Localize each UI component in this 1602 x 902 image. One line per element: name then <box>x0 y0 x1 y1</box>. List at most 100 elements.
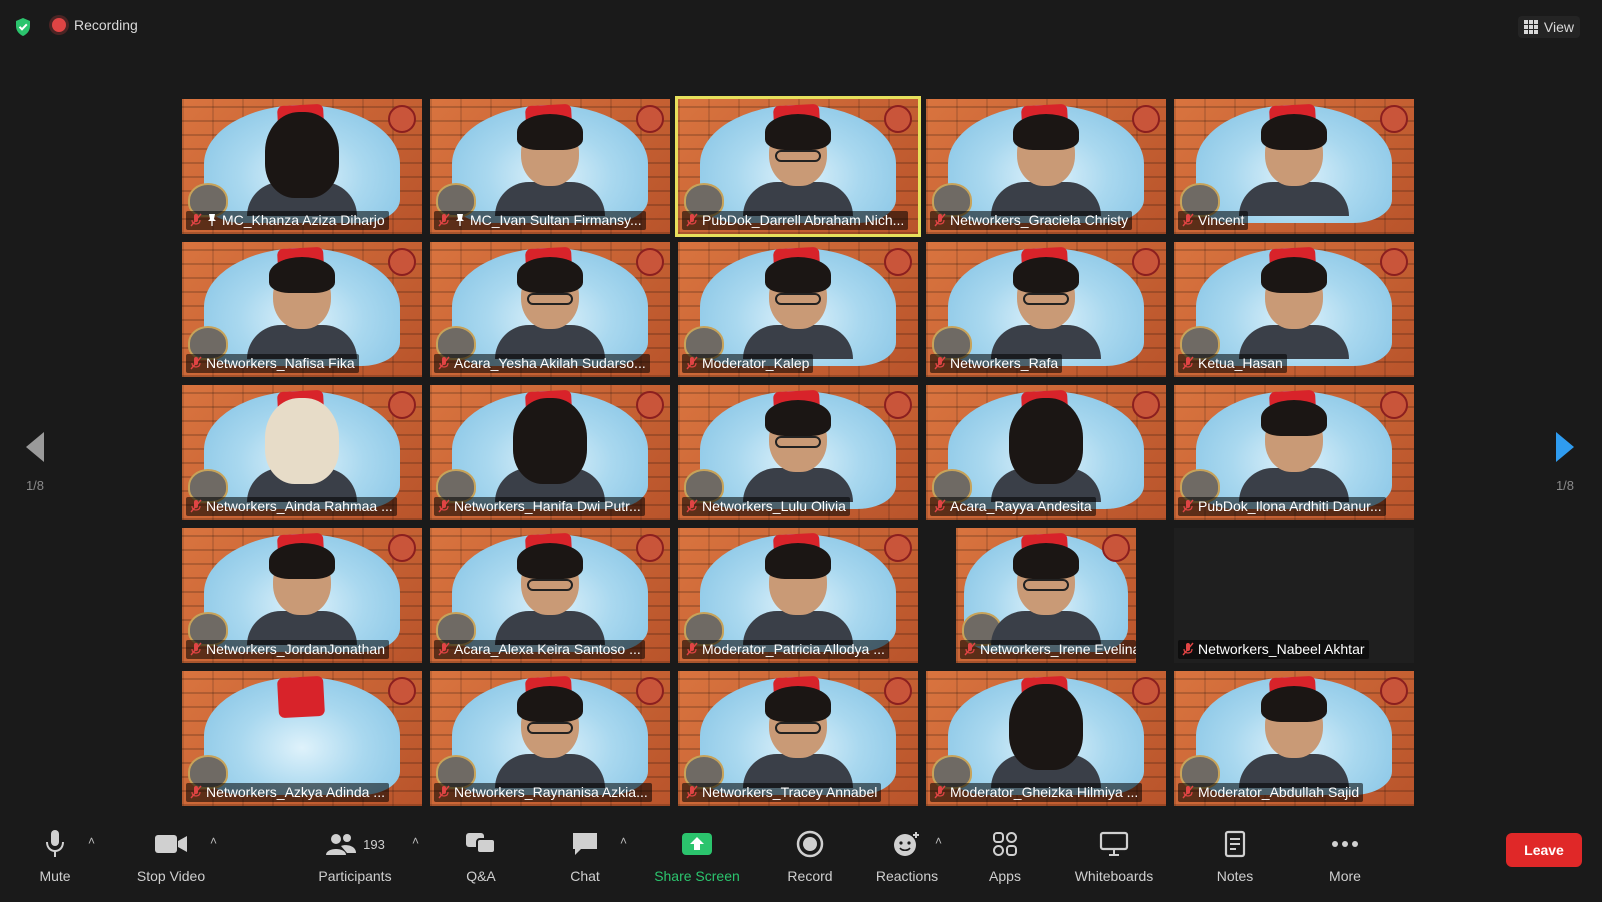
chat-button[interactable]: Chat <box>562 826 608 894</box>
participant-video <box>1239 686 1349 788</box>
seal-icon <box>1102 534 1130 562</box>
reactions-label: Reactions <box>875 868 939 884</box>
participant-tile[interactable]: Networkers_Ainda Rahmaa ... <box>182 385 422 520</box>
participant-name: Networkers_Nabeel Akhtar <box>1198 641 1365 657</box>
participant-name: Networkers_Raynanisa Azkia... <box>454 784 648 800</box>
seal-icon <box>1132 677 1160 705</box>
shield-icon[interactable] <box>14 17 32 37</box>
participant-tile[interactable]: Networkers_Rafa <box>926 242 1166 377</box>
view-button[interactable]: View <box>1517 16 1580 38</box>
participant-tile[interactable]: Moderator_Abdullah Sajid <box>1174 671 1414 806</box>
participant-tile[interactable]: PubDok_Ilona Ardhiti Danur... <box>1174 385 1414 520</box>
participant-name-label: Moderator_Kalep <box>682 354 814 373</box>
mute-button[interactable]: Mute <box>30 826 80 894</box>
participant-tile[interactable]: PubDok_Darrell Abraham Nich... <box>678 99 918 234</box>
participant-tile[interactable]: Networkers_Tracey Annabel <box>678 671 918 806</box>
record-label: Record <box>787 868 833 884</box>
participant-name-label: Networkers_Nabeel Akhtar <box>1178 640 1369 659</box>
muted-microphone-icon <box>686 499 698 513</box>
muted-microphone-icon <box>1182 785 1194 799</box>
leave-button[interactable]: Leave <box>1506 833 1582 867</box>
participant-name-label: Networkers_Tracey Annabel <box>682 783 882 802</box>
microphone-icon <box>46 830 64 857</box>
stop-video-button[interactable]: Stop Video <box>128 826 214 894</box>
reactions-options-caret-icon[interactable]: ˄ <box>935 834 942 848</box>
participant-name: Moderator_Gheizka Hilmiya ... <box>950 784 1139 800</box>
participant-video <box>991 114 1101 216</box>
participant-tile[interactable]: Networkers_Raynanisa Azkia... <box>430 671 670 806</box>
reactions-button[interactable]: Reactions <box>872 826 942 894</box>
seal-icon <box>1132 391 1160 419</box>
participant-video <box>1239 257 1349 359</box>
whiteboards-button[interactable]: Whiteboards <box>1068 826 1160 894</box>
reactions-icon <box>894 832 919 856</box>
participant-name: Acara_Alexa Keira Santoso ... <box>454 641 641 657</box>
participant-name-label: Networkers_Azkya Adinda ... <box>186 783 389 802</box>
top-bar: Recording View <box>0 0 1602 52</box>
notes-button[interactable]: Notes <box>1212 826 1258 894</box>
participant-tile[interactable]: Networkers_Hanifa Dwi Putr... <box>430 385 670 520</box>
qa-button[interactable]: Q&A <box>458 826 504 894</box>
more-label: More <box>1329 868 1361 884</box>
muted-microphone-icon <box>190 642 202 656</box>
participant-tile[interactable]: Acara_Rayya Andesita <box>926 385 1166 520</box>
apps-button[interactable]: Apps <box>982 826 1028 894</box>
participant-tile[interactable]: Networkers_Azkya Adinda ... <box>182 671 422 806</box>
seal-icon <box>884 391 912 419</box>
participant-name-label: Acara_Yesha Akilah Sudarso... <box>434 354 650 373</box>
seal-icon <box>636 105 664 133</box>
seal-icon <box>884 248 912 276</box>
participant-tile[interactable]: Networkers_Nabeel Akhtar <box>1174 528 1414 663</box>
participant-video <box>991 684 1101 788</box>
muted-microphone-icon <box>686 642 698 656</box>
participant-name: Networkers_Ainda Rahmaa ... <box>206 498 393 514</box>
participant-tile[interactable]: Acara_Alexa Keira Santoso ... <box>430 528 670 663</box>
stop-video-label: Stop Video <box>136 868 206 884</box>
participant-tile[interactable]: Vincent <box>1174 99 1414 234</box>
participants-icon <box>326 834 357 855</box>
participant-tile[interactable]: MC_Khanza Aziza Diharjo <box>182 99 422 234</box>
participants-count: 193 <box>363 836 385 852</box>
participant-tile[interactable]: Ketua_Hasan <box>1174 242 1414 377</box>
participant-name: PubDok_Darrell Abraham Nich... <box>702 212 905 228</box>
share-screen-button[interactable]: Share Screen <box>650 826 744 894</box>
participant-tile[interactable]: Networkers_Graciela Christy <box>926 99 1166 234</box>
chat-options-caret-icon[interactable]: ˄ <box>620 834 627 848</box>
participant-tile[interactable]: Networkers_Lulu Olivia <box>678 385 918 520</box>
participant-name-label: Moderator_Gheizka Hilmiya ... <box>930 783 1143 802</box>
participant-name-label: PubDok_Darrell Abraham Nich... <box>682 211 909 230</box>
recording-indicator[interactable]: Recording <box>52 17 138 33</box>
seal-icon <box>388 248 416 276</box>
participant-name-label: Networkers_Raynanisa Azkia... <box>434 783 652 802</box>
muted-microphone-icon <box>1182 213 1194 227</box>
previous-page-button[interactable]: 1/8 <box>10 430 60 493</box>
participant-tile[interactable]: Acara_Yesha Akilah Sudarso... <box>430 242 670 377</box>
participant-name: Vincent <box>1198 212 1245 228</box>
participant-tile[interactable]: MC_Ivan Sultan Firmansy... <box>430 99 670 234</box>
participant-tile[interactable]: Moderator_Gheizka Hilmiya ... <box>926 671 1166 806</box>
participant-tile[interactable]: Moderator_Patricia Allodya ... <box>678 528 918 663</box>
muted-microphone-icon <box>438 213 450 227</box>
muted-microphone-icon <box>438 499 450 513</box>
muted-microphone-icon <box>438 642 450 656</box>
participant-tile[interactable]: Networkers_Nafisa Fika <box>182 242 422 377</box>
record-button[interactable]: Record <box>782 826 838 894</box>
next-page-button[interactable]: 1/8 <box>1540 430 1590 493</box>
participants-button[interactable]: 193 Participants <box>310 826 400 894</box>
event-logo-icon <box>276 675 326 719</box>
seal-icon <box>1380 248 1408 276</box>
more-button[interactable]: More <box>1320 826 1370 894</box>
chat-icon <box>573 833 597 855</box>
participant-tile[interactable]: Networkers_JordanJonathan <box>182 528 422 663</box>
chat-label: Chat <box>570 868 600 884</box>
participant-name-label: Networkers_Rafa <box>930 354 1063 373</box>
video-options-caret-icon[interactable]: ˄ <box>210 834 217 848</box>
participant-tile[interactable]: Moderator_Kalep <box>678 242 918 377</box>
mute-options-caret-icon[interactable]: ˄ <box>88 834 95 848</box>
muted-microphone-icon <box>934 785 946 799</box>
participant-name-label: MC_Ivan Sultan Firmansy... <box>434 211 646 230</box>
participants-options-caret-icon[interactable]: ˄ <box>412 834 419 848</box>
participant-tile[interactable]: Networkers_Irene Evelina <box>956 528 1136 663</box>
muted-microphone-icon <box>190 356 202 370</box>
muted-microphone-icon <box>1182 356 1194 370</box>
